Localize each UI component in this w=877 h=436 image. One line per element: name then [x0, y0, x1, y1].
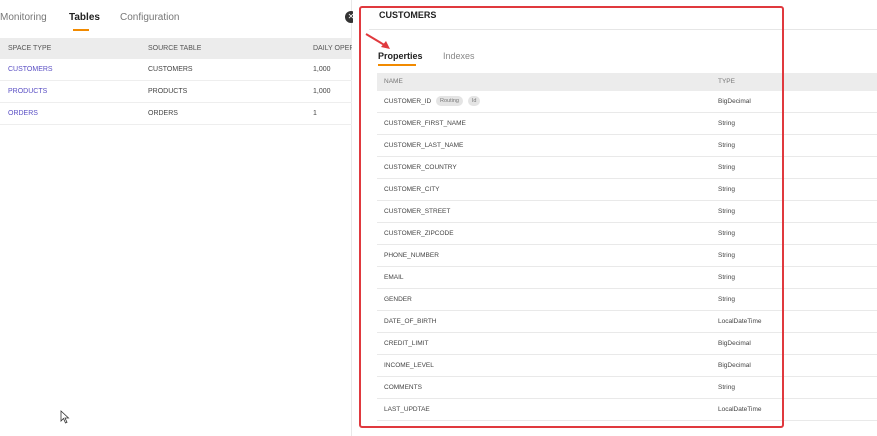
property-name: CUSTOMER_ZIPCODE [384, 230, 454, 237]
property-name: CREDIT_LIMIT [384, 340, 429, 347]
property-name: CUSTOMER_ID [384, 98, 432, 105]
property-type: String [718, 384, 735, 391]
property-name: COMMENTS [384, 384, 422, 391]
daily-operations-cell: 1 [313, 110, 317, 117]
property-row: CUSTOMER_ID Routing Id BigDecimal [377, 91, 877, 113]
title-divider [369, 29, 877, 30]
column-type: TYPE [718, 78, 735, 85]
space-type-link[interactable]: ORDERS [8, 103, 38, 124]
property-type: String [718, 186, 735, 193]
column-source-table[interactable]: SOURCE TABLE [148, 38, 201, 59]
property-name: CUSTOMER_FIRST_NAME [384, 120, 466, 127]
tab-tables[interactable]: Tables [69, 12, 100, 23]
property-row: CUSTOMER_CITY String [377, 179, 877, 201]
property-row: CUSTOMER_ZIPCODE String [377, 223, 877, 245]
space-type-link[interactable]: PRODUCTS [8, 81, 47, 102]
property-name: CUSTOMER_LAST_NAME [384, 142, 464, 149]
property-row: PHONE_NUMBER String [377, 245, 877, 267]
tab-indexes[interactable]: Indexes [443, 51, 475, 61]
property-row: INCOME_LEVEL BigDecimal [377, 355, 877, 377]
property-row: CUSTOMER_STREET String [377, 201, 877, 223]
property-row: CUSTOMER_LAST_NAME String [377, 135, 877, 157]
source-table-cell: CUSTOMERS [148, 66, 193, 73]
table-row[interactable]: PRODUCTS PRODUCTS 1,000 [0, 81, 352, 103]
source-table-cell: ORDERS [148, 110, 178, 117]
table-row[interactable]: CUSTOMERS CUSTOMERS 1,000 [0, 59, 352, 81]
mouse-pointer-icon [60, 410, 70, 424]
property-name: DATE_OF_BIRTH [384, 318, 437, 325]
table-header: SPACE TYPE SOURCE TABLE DAILY OPERA [0, 38, 352, 59]
drawer-title: CUSTOMERS [379, 10, 437, 20]
property-name: GENDER [384, 296, 412, 303]
property-name: LAST_UPDTAE [384, 406, 430, 413]
column-daily-operations[interactable]: DAILY OPERA [313, 38, 352, 59]
property-name: CUSTOMER_COUNTRY [384, 164, 457, 171]
properties-header: NAME TYPE [377, 73, 877, 91]
property-type: BigDecimal [718, 98, 751, 105]
property-type: String [718, 142, 735, 149]
property-row: COMMENTS String [377, 377, 877, 399]
property-type: String [718, 208, 735, 215]
property-row: LAST_UPDTAE LocalDateTime [377, 399, 877, 421]
daily-operations-cell: 1,000 [313, 88, 331, 95]
id-badge: Id [467, 96, 481, 107]
property-row: CREDIT_LIMIT BigDecimal [377, 333, 877, 355]
daily-operations-cell: 1,000 [313, 66, 331, 73]
tables-panel: Monitoring Tables Configuration SPACE TY… [0, 0, 352, 436]
property-type: String [718, 164, 735, 171]
property-type: BigDecimal [718, 362, 751, 369]
property-row: DATE_OF_BIRTH LocalDateTime [377, 311, 877, 333]
tab-configuration[interactable]: Configuration [120, 12, 179, 23]
property-name: PHONE_NUMBER [384, 252, 439, 259]
property-name: CUSTOMER_STREET [384, 208, 451, 215]
tab-properties[interactable]: Properties [378, 51, 423, 61]
property-type: String [718, 274, 735, 281]
source-table-cell: PRODUCTS [148, 88, 188, 95]
property-type: String [718, 252, 735, 259]
property-row: GENDER String [377, 289, 877, 311]
property-row: EMAIL String [377, 267, 877, 289]
active-tab-underline [73, 29, 89, 31]
details-drawer: CUSTOMERS Properties Indexes NAME TYPE C… [353, 0, 877, 436]
property-name: EMAIL [384, 274, 404, 281]
property-type: LocalDateTime [718, 318, 762, 325]
column-space-type[interactable]: SPACE TYPE [8, 38, 51, 59]
property-type: LocalDateTime [718, 406, 762, 413]
table-row[interactable]: ORDERS ORDERS 1 [0, 103, 352, 125]
active-tab-underline [378, 64, 416, 66]
property-type: String [718, 296, 735, 303]
routing-badge: Routing [436, 96, 463, 107]
column-name: NAME [384, 78, 403, 85]
property-type: String [718, 230, 735, 237]
tab-monitoring[interactable]: Monitoring [0, 12, 47, 23]
property-row: CUSTOMER_COUNTRY String [377, 157, 877, 179]
property-type: BigDecimal [718, 340, 751, 347]
property-name: CUSTOMER_CITY [384, 186, 440, 193]
property-name: INCOME_LEVEL [384, 362, 434, 369]
property-row: CUSTOMER_FIRST_NAME String [377, 113, 877, 135]
property-type: String [718, 120, 735, 127]
space-type-link[interactable]: CUSTOMERS [8, 59, 53, 80]
